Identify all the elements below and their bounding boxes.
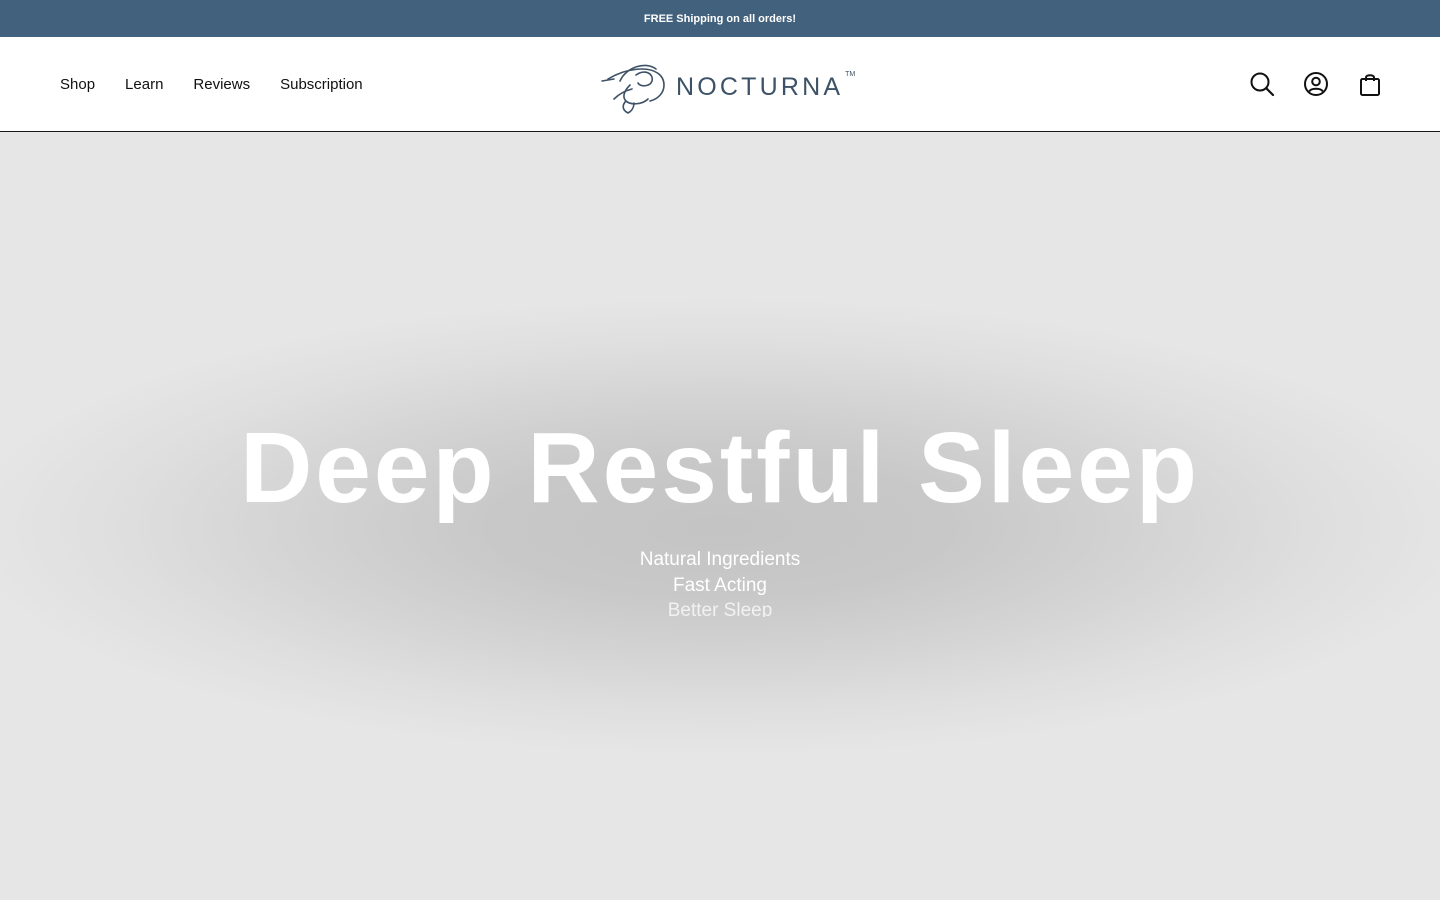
brand-logo-mark-icon — [601, 64, 665, 114]
hero-title: Deep Restful Sleep — [240, 412, 1200, 524]
brand-logo[interactable]: NOCTURNA TM — [600, 54, 855, 116]
site-header: Shop Learn Reviews Subscription NOCTURNA… — [0, 37, 1440, 132]
nav-item-reviews[interactable]: Reviews — [193, 76, 250, 93]
hero-banner: Deep Restful Sleep Natural Ingredients F… — [0, 132, 1440, 900]
hero-tagline-better-sleep: Better Sleep — [667, 600, 773, 617]
hero-tagline-fast-acting: Fast Acting — [673, 574, 767, 596]
brand-wordmark: NOCTURNA TM — [676, 71, 855, 102]
nav-item-subscription[interactable]: Subscription — [280, 76, 363, 93]
shopping-bag-icon — [1360, 74, 1380, 96]
brand-wordmark-text: NOCTURNA — [676, 72, 844, 101]
trademark-mark: TM — [845, 70, 856, 78]
nav-item-shop[interactable]: Shop — [60, 76, 95, 93]
hero-tagline-natural-ingredients: Natural Ingredients — [639, 549, 801, 570]
header-icons — [1244, 65, 1388, 103]
search-icon — [1250, 72, 1275, 97]
account-button[interactable] — [1298, 66, 1334, 102]
account-icon — [1304, 72, 1328, 96]
main-nav: Shop Learn Reviews Subscription — [60, 37, 393, 131]
nav-item-learn[interactable]: Learn — [125, 76, 163, 93]
announcement-bar: FREE Shipping on all orders! — [0, 0, 1440, 37]
search-button[interactable] — [1244, 66, 1280, 102]
hero-tagline-list: Natural Ingredients Fast Acting Better S… — [0, 547, 1440, 617]
announcement-text: FREE Shipping on all orders! — [643, 12, 797, 25]
cart-button[interactable] — [1352, 66, 1388, 102]
